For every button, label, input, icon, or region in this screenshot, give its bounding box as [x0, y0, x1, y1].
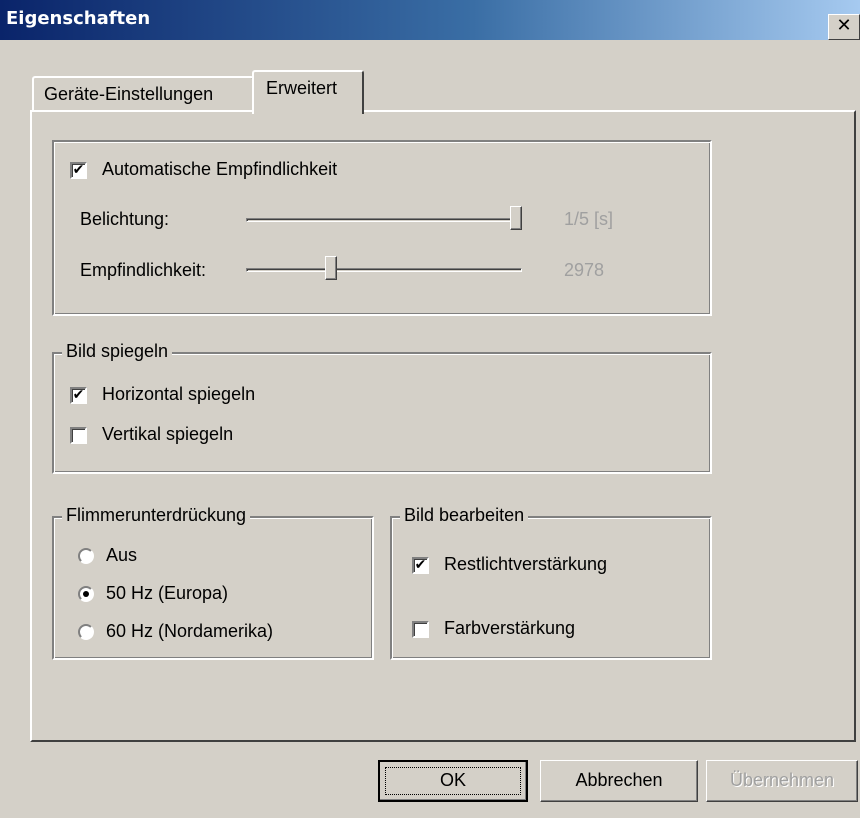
vertical-mirror-label[interactable]: Vertikal spiegeln — [102, 424, 233, 445]
cancel-button[interactable]: Abbrechen — [540, 760, 698, 802]
exposure-group: ✔ Automatische Empfindlichkeit Belichtun… — [52, 140, 712, 316]
close-icon: ✕ — [836, 15, 852, 36]
flicker-60hz-label[interactable]: 60 Hz (Nordamerika) — [106, 621, 273, 642]
sensitivity-slider-thumb[interactable] — [325, 256, 338, 280]
lowlight-boost-label[interactable]: Restlichtverstärkung — [444, 554, 607, 575]
radio-dot — [83, 591, 89, 597]
flicker-off-radio[interactable] — [78, 548, 94, 564]
flicker-50hz-radio[interactable] — [78, 586, 94, 602]
mirror-group: Bild spiegeln ✔ Horizontal spiegeln Vert… — [52, 341, 712, 474]
auto-sensitivity-checkbox[interactable]: ✔ — [70, 162, 87, 179]
edit-group: Bild bearbeiten ✔ Restlichtverstärkung F… — [390, 505, 712, 660]
flicker-group-title: Flimmerunterdrückung — [62, 505, 251, 526]
color-boost-label[interactable]: Farbverstärkung — [444, 618, 575, 639]
exposure-value: 1/5 [s] — [564, 209, 614, 229]
flicker-group: Flimmerunterdrückung Aus 50 Hz (Europa) … — [52, 505, 374, 660]
mirror-group-title: Bild spiegeln — [62, 341, 173, 362]
color-boost-checkbox[interactable] — [412, 621, 429, 638]
title-bar[interactable]: Eigenschaften ✕ — [0, 0, 860, 40]
flicker-50hz-label[interactable]: 50 Hz (Europa) — [106, 583, 228, 604]
exposure-label: Belichtung: — [80, 209, 170, 229]
ok-button[interactable]: OK — [378, 760, 528, 802]
tab-advanced[interactable]: Erweitert — [252, 70, 364, 114]
tab-device-settings[interactable]: Geräte-Einstellungen — [32, 76, 254, 110]
horizontal-mirror-label[interactable]: Horizontal spiegeln — [102, 384, 255, 405]
exposure-slider-thumb[interactable] — [510, 206, 522, 230]
vertical-mirror-checkbox[interactable] — [70, 427, 87, 444]
exposure-slider-track[interactable] — [246, 218, 522, 222]
tab-label: Erweitert — [266, 78, 338, 98]
flicker-off-label[interactable]: Aus — [106, 545, 137, 566]
lowlight-boost-checkbox[interactable]: ✔ — [412, 557, 429, 574]
sensitivity-value: 2978 — [564, 260, 605, 280]
sensitivity-slider-track[interactable] — [246, 268, 522, 272]
tab-label: Geräte-Einstellungen — [44, 84, 214, 104]
apply-button[interactable]: Übernehmen — [706, 760, 858, 802]
flicker-60hz-radio[interactable] — [78, 624, 94, 640]
auto-sensitivity-label[interactable]: Automatische Empfindlichkeit — [102, 159, 337, 180]
properties-dialog: Eigenschaften ✕ Geräte-Einstellungen Erw… — [0, 0, 860, 818]
close-button[interactable]: ✕ — [828, 14, 860, 40]
window-title: Eigenschaften — [6, 8, 151, 29]
horizontal-mirror-checkbox[interactable]: ✔ — [70, 387, 87, 404]
edit-group-title: Bild bearbeiten — [400, 505, 529, 526]
sensitivity-label: Empfindlichkeit: — [80, 260, 207, 280]
